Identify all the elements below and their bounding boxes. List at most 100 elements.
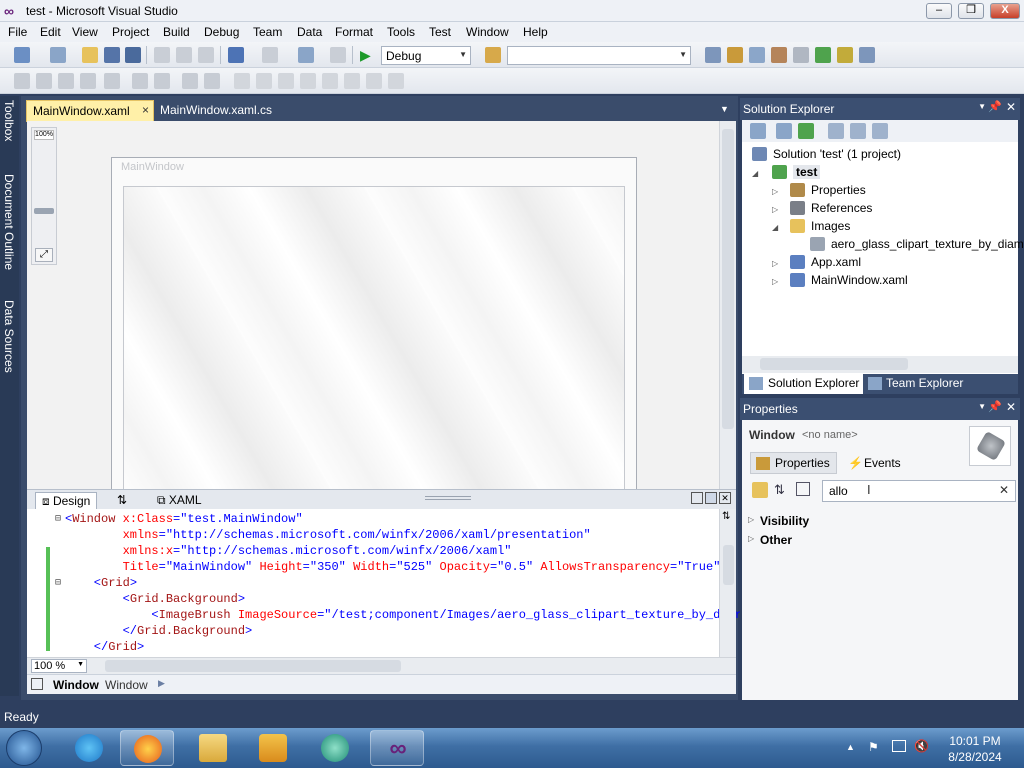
- taskbar-internet-explorer[interactable]: [62, 730, 116, 766]
- expand-arrow-icon[interactable]: ▷: [772, 187, 778, 196]
- format-icon[interactable]: [366, 73, 382, 89]
- menu-build[interactable]: Build: [163, 25, 190, 39]
- xaml-editor[interactable]: ⊟ ⊟ <Window x:Class="test.MainWindow" xm…: [27, 509, 742, 657]
- view-designer-icon[interactable]: [850, 123, 866, 139]
- network-icon[interactable]: [892, 740, 906, 752]
- collapse-arrow-icon[interactable]: ◢: [772, 223, 778, 232]
- align-right-icon[interactable]: [80, 73, 96, 89]
- align-left-icon[interactable]: [36, 73, 52, 89]
- chevron-right-icon[interactable]: ▶: [158, 678, 165, 689]
- properties-tab[interactable]: Properties: [750, 452, 837, 474]
- taskbar-visual-studio[interactable]: ∞: [370, 730, 424, 766]
- align-to-grid-icon[interactable]: [14, 73, 30, 89]
- action-center-flag-icon[interactable]: ⚑: [868, 740, 879, 754]
- scrollbar-thumb[interactable]: [722, 129, 734, 429]
- menu-project[interactable]: Project: [112, 25, 149, 39]
- horizontal-spacing-icon[interactable]: [182, 73, 198, 89]
- tree-references[interactable]: References: [811, 201, 872, 215]
- navigate-icon[interactable]: [298, 47, 314, 63]
- properties-icon[interactable]: [750, 123, 766, 139]
- code-line[interactable]: <Grid>: [65, 575, 137, 591]
- selected-object-name[interactable]: <no name>: [802, 429, 858, 441]
- tab-list-dropdown-icon[interactable]: ▼: [720, 104, 729, 114]
- menu-test[interactable]: Test: [429, 25, 451, 39]
- make-same-width-icon[interactable]: [132, 73, 148, 89]
- close-panel-icon[interactable]: ✕: [1006, 100, 1016, 114]
- find-combo[interactable]: ▼: [507, 46, 691, 65]
- volume-muted-icon[interactable]: 🔇: [914, 739, 929, 753]
- menu-help[interactable]: Help: [523, 25, 548, 39]
- taskbar-firefox[interactable]: [120, 730, 174, 766]
- expand-arrow-icon[interactable]: ▷: [748, 534, 754, 543]
- tree-images[interactable]: Images: [811, 219, 850, 233]
- design-tab[interactable]: ⧈ Design: [35, 492, 98, 509]
- center-vertically-icon[interactable]: [256, 73, 272, 89]
- menu-debug[interactable]: Debug: [204, 25, 239, 39]
- scrollbar-thumb[interactable]: [723, 545, 734, 585]
- tree-aero-glass-image[interactable]: aero_glass_clipart_texture_by_diamo: [831, 237, 1024, 251]
- collapse-grid-icon[interactable]: ⊟: [55, 577, 61, 589]
- split-grip[interactable]: [425, 496, 471, 500]
- start-button[interactable]: [6, 730, 42, 766]
- start-page-icon[interactable]: [837, 47, 853, 63]
- tree-solution[interactable]: Solution 'test' (1 project): [773, 147, 901, 161]
- extension-manager-icon[interactable]: [815, 47, 831, 63]
- xaml-tab[interactable]: ⧉ XAML: [151, 492, 208, 509]
- clock-time[interactable]: 10:01 PM: [946, 734, 1004, 748]
- undo-icon[interactable]: [228, 47, 244, 63]
- code-vertical-scrollbar[interactable]: ⇅: [719, 509, 736, 657]
- designer-vertical-scrollbar[interactable]: [719, 121, 736, 489]
- lock-controls-icon[interactable]: [322, 73, 338, 89]
- show-all-files-icon[interactable]: [776, 123, 792, 139]
- vertical-split-icon[interactable]: [691, 492, 703, 504]
- minimize-button[interactable]: –: [926, 3, 952, 19]
- tree-properties[interactable]: Properties: [811, 183, 866, 197]
- object-browser-icon[interactable]: [749, 47, 765, 63]
- window-position-icon[interactable]: ▼: [978, 102, 986, 111]
- taskbar-app[interactable]: [308, 730, 362, 766]
- window-layout-icon[interactable]: [859, 47, 875, 63]
- tab-mainwindow-xaml-cs[interactable]: MainWindow.xaml.cs: [154, 100, 278, 122]
- window-position-icon[interactable]: ▼: [978, 402, 986, 411]
- add-item-icon[interactable]: [50, 47, 66, 63]
- taskbar-media-player[interactable]: [246, 730, 300, 766]
- properties-window-icon[interactable]: [727, 47, 743, 63]
- find-in-files-icon[interactable]: [485, 47, 501, 63]
- code-line[interactable]: xmlns="http://schemas.microsoft.com/winf…: [65, 527, 591, 543]
- expand-arrow-icon[interactable]: ▷: [772, 277, 778, 286]
- collapse-arrow-icon[interactable]: ◢: [752, 169, 758, 178]
- zoom-slider-thumb[interactable]: [34, 208, 54, 214]
- code-line[interactable]: </Grid>: [65, 639, 144, 655]
- align-center-icon[interactable]: [58, 73, 74, 89]
- pin-icon[interactable]: 📌: [988, 100, 1002, 113]
- start-debugging-icon[interactable]: ▶: [360, 47, 376, 63]
- send-to-back-icon[interactable]: [300, 73, 316, 89]
- clock-date[interactable]: 8/28/2024: [946, 750, 1004, 764]
- categorized-view-icon[interactable]: [752, 482, 768, 498]
- paste-icon[interactable]: [198, 47, 214, 63]
- breadcrumb-element[interactable]: Window: [53, 678, 99, 692]
- tools-icon[interactable]: [793, 47, 809, 63]
- horizontal-split-icon[interactable]: [705, 492, 717, 504]
- filter-icon[interactable]: [796, 482, 810, 496]
- code-line[interactable]: <Grid.Background>: [65, 591, 245, 607]
- code-line[interactable]: xmlns:x="http://schemas.microsoft.com/wi…: [65, 543, 512, 559]
- solution-horizontal-scrollbar[interactable]: [742, 356, 1018, 373]
- collapse-pane-icon[interactable]: ✕: [719, 492, 731, 504]
- close-window-button[interactable]: X: [990, 3, 1020, 19]
- pin-icon[interactable]: 📌: [988, 400, 1002, 413]
- property-search-input[interactable]: allo I ✕: [822, 480, 1016, 502]
- save-all-icon[interactable]: [125, 47, 141, 63]
- solution-explorer-icon[interactable]: [705, 47, 721, 63]
- category-visibility[interactable]: Visibility: [760, 514, 809, 528]
- tab-team-explorer[interactable]: Team Explorer: [866, 374, 967, 394]
- expand-arrow-icon[interactable]: ▷: [748, 515, 754, 524]
- category-other[interactable]: Other: [760, 533, 792, 547]
- tab-toolbox[interactable]: Toolbox: [2, 100, 16, 141]
- make-same-height-icon[interactable]: [154, 73, 170, 89]
- expand-arrow-icon[interactable]: ▷: [772, 205, 778, 214]
- bring-to-front-icon[interactable]: [278, 73, 294, 89]
- tree-app-xaml[interactable]: App.xaml: [811, 255, 861, 269]
- expand-arrow-icon[interactable]: ▷: [772, 259, 778, 268]
- code-line[interactable]: Title="MainWindow" Height="350" Width="5…: [65, 559, 728, 575]
